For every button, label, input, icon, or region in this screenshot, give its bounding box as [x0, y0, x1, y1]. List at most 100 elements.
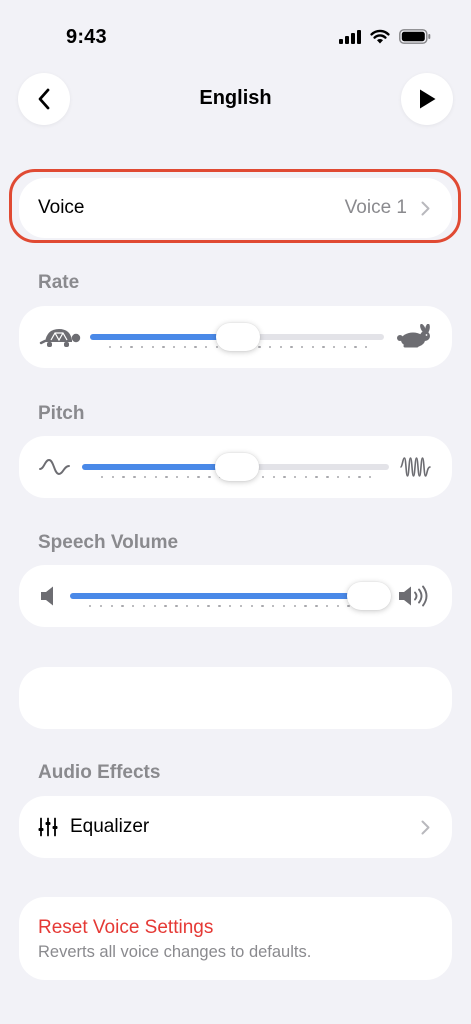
slider-tick: [325, 605, 329, 608]
equalizer-row[interactable]: Equalizer: [19, 796, 452, 858]
slider-tick: [358, 476, 361, 479]
slider-tick: [315, 605, 318, 608]
slider-tick: [101, 476, 104, 479]
pitch-slider-card: [19, 436, 452, 498]
slider-tick: [365, 346, 368, 349]
battery-icon: [399, 29, 431, 44]
status-time: 9:43: [66, 26, 107, 48]
slider-tick: [347, 476, 350, 479]
reset-voice-settings-button[interactable]: Reset Voice Settings Reverts all voice c…: [19, 897, 452, 980]
wave-low-icon: [38, 456, 72, 478]
slider-tick: [304, 476, 308, 479]
slider-tick: [293, 476, 297, 479]
slider-tick: [111, 476, 115, 479]
reset-title: Reset Voice Settings: [38, 917, 214, 938]
slider-tick: [208, 476, 211, 479]
slider-tick: [141, 346, 144, 349]
slider-tick: [89, 605, 92, 608]
sliders-icon: [38, 817, 58, 837]
slider-tick: [354, 346, 357, 349]
slider-tick: [215, 346, 219, 349]
slider-tick: [311, 346, 315, 349]
slider-tick: [121, 605, 124, 608]
slider-tick: [122, 476, 125, 479]
slider-tick: [185, 605, 189, 608]
voice-label: Voice: [38, 197, 85, 218]
slider-tick: [205, 346, 208, 349]
status-icons: [339, 29, 431, 44]
slider-tick: [239, 605, 243, 608]
wave-high-icon: [399, 455, 433, 479]
voice-row[interactable]: Voice Voice 1: [19, 178, 452, 238]
slider-tick: [133, 476, 136, 479]
slider-tick: [343, 346, 347, 349]
speech-volume-section-label: Speech Volume: [38, 532, 179, 553]
play-icon: [420, 89, 436, 109]
slider-tick: [165, 476, 168, 479]
rate-section-label: Rate: [38, 272, 80, 293]
pitch-slider-thumb[interactable]: [214, 453, 259, 481]
slider-tick: [162, 346, 165, 349]
turtle-icon: [39, 324, 81, 350]
slider-tick: [109, 346, 112, 349]
slider-tick: [175, 605, 178, 608]
slider-tick: [142, 605, 146, 608]
slider-tick: [272, 476, 275, 479]
slider-tick: [261, 605, 264, 608]
speaker-low-icon: [39, 585, 57, 607]
slider-tick: [326, 476, 329, 479]
slider-tick: [290, 346, 293, 349]
slider-tick: [315, 476, 318, 479]
rate-slider-thumb[interactable]: [216, 323, 260, 351]
slider-tick: [130, 346, 133, 349]
speech-volume-slider-thumb[interactable]: [347, 582, 391, 610]
chevron-right-icon: [421, 201, 430, 215]
slider-tick: [279, 346, 283, 349]
slider-tick: [132, 605, 135, 608]
slider-tick: [194, 346, 197, 349]
slider-tick: [153, 605, 156, 608]
speech-volume-track-fill: [70, 593, 369, 599]
slider-tick: [283, 476, 286, 479]
rabbit-icon: [395, 324, 433, 350]
reset-subtitle: Reverts all voice changes to defaults.: [38, 943, 312, 961]
slider-tick: [164, 605, 167, 608]
slider-tick: [269, 346, 272, 349]
slider-tick: [151, 346, 155, 349]
status-bar: 9:43: [0, 0, 471, 76]
slider-tick: [336, 605, 340, 608]
voice-value: Voice 1: [344, 197, 407, 218]
slider-tick: [186, 476, 190, 479]
slider-tick: [272, 605, 275, 608]
slider-tick: [293, 605, 296, 608]
rate-slider-card: [19, 306, 452, 368]
equalizer-label: Equalizer: [70, 816, 150, 837]
slider-tick: [304, 605, 307, 608]
speech-volume-ticks: [89, 605, 372, 609]
slider-tick: [119, 346, 123, 349]
pitch-section-label: Pitch: [38, 403, 85, 424]
speaker-high-icon: [397, 584, 433, 608]
play-button[interactable]: [401, 73, 453, 125]
slider-tick: [207, 605, 210, 608]
chevron-right-icon: [421, 820, 430, 834]
slider-tick: [333, 346, 336, 349]
cellular-signal-icon: [339, 29, 361, 44]
slider-tick: [218, 605, 221, 608]
speech-volume-slider-card: [19, 565, 452, 627]
slider-tick: [369, 476, 372, 479]
slider-tick: [301, 346, 304, 349]
slider-tick: [143, 476, 147, 479]
slider-tick: [336, 476, 340, 479]
slider-tick: [197, 476, 200, 479]
slider-tick: [154, 476, 157, 479]
slider-tick: [261, 476, 265, 479]
slider-tick: [176, 476, 179, 479]
slider-tick: [99, 605, 103, 608]
wifi-icon: [370, 29, 390, 44]
slider-tick: [282, 605, 286, 608]
slider-tick: [250, 605, 253, 608]
empty-card: [19, 667, 452, 729]
slider-tick: [258, 346, 261, 349]
slider-tick: [173, 346, 176, 349]
